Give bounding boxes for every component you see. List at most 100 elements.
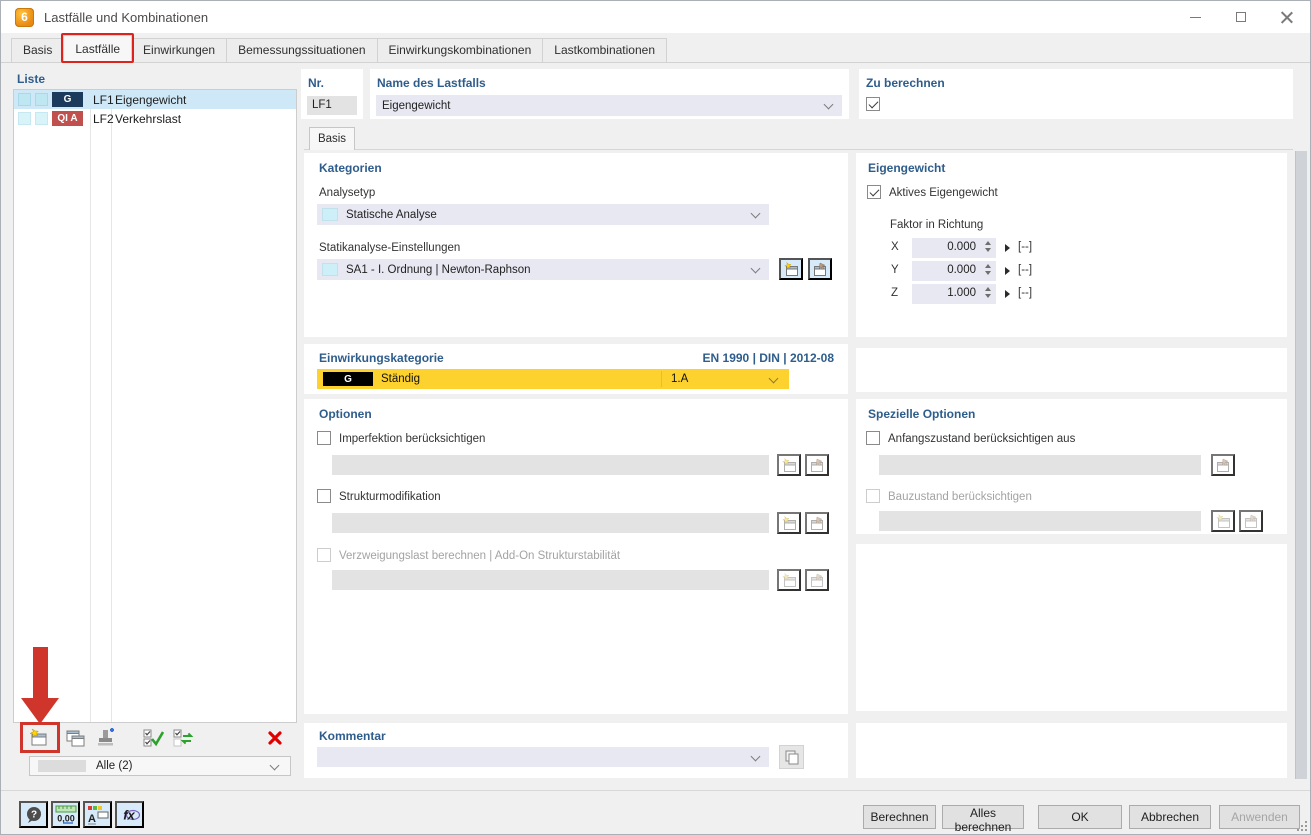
spin-up-icon[interactable] bbox=[985, 241, 991, 245]
state-checkbox-cell[interactable] bbox=[35, 112, 48, 125]
toggle-check-icon bbox=[172, 728, 194, 748]
annotation-arrow bbox=[33, 647, 48, 700]
minimize-button[interactable] bbox=[1172, 1, 1218, 33]
norm-label: EN 1990 | DIN | 2012-08 bbox=[703, 351, 834, 365]
kommentar-dropdown[interactable] bbox=[317, 747, 769, 767]
invert-check-button[interactable] bbox=[169, 725, 197, 751]
new-load-case-button[interactable] bbox=[24, 725, 52, 751]
factor-y-spinner[interactable]: 0.000 bbox=[912, 261, 996, 281]
edit-settings-button[interactable] bbox=[808, 258, 832, 280]
ok-button[interactable]: OK bbox=[1038, 805, 1122, 829]
spin-up-icon[interactable] bbox=[985, 264, 991, 268]
expand-arrow-icon[interactable] bbox=[1005, 244, 1010, 252]
tab-lastkombinationen[interactable]: Lastkombinationen bbox=[542, 38, 667, 62]
edit-window-icon bbox=[809, 573, 825, 588]
list-filter-dropdown[interactable]: Alle (2) bbox=[29, 756, 291, 776]
close-button[interactable] bbox=[1264, 1, 1310, 33]
new-settings-button[interactable] bbox=[779, 258, 803, 280]
new-strukturmodifikation-button[interactable] bbox=[777, 512, 801, 534]
load-case-name-dropdown[interactable]: Eigengewicht bbox=[376, 95, 842, 116]
new-imperfektion-button[interactable] bbox=[777, 454, 801, 476]
bauzustand-checkbox bbox=[866, 489, 880, 503]
analysetyp-dropdown[interactable]: Statische Analyse bbox=[317, 204, 769, 225]
tab-einwirkungskombinationen[interactable]: Einwirkungskombinationen bbox=[377, 38, 544, 62]
load-case-name: Eigengewicht bbox=[115, 93, 186, 107]
tab-einwirkungen[interactable]: Einwirkungen bbox=[131, 38, 227, 62]
edit-imperfektion-button[interactable] bbox=[805, 454, 829, 476]
spin-down-icon[interactable] bbox=[985, 294, 991, 298]
formula-fx-icon: fx bbox=[119, 805, 141, 825]
maximize-button[interactable] bbox=[1218, 1, 1264, 33]
eigengewicht-box: Eigengewicht Aktives Eigengewicht Faktor… bbox=[856, 153, 1287, 337]
factor-z-spinner[interactable]: 1.000 bbox=[912, 284, 996, 304]
alles-berechnen-button[interactable]: Alles berechnen bbox=[942, 805, 1024, 829]
tab-bemessungssituationen[interactable]: Bemessungssituationen bbox=[226, 38, 377, 62]
axis-y-label: Y bbox=[891, 264, 899, 276]
kategorien-header: Kategorien bbox=[319, 161, 382, 175]
name-box: Name des Lastfalls Eigengewicht bbox=[370, 69, 849, 119]
tab-basis[interactable]: Basis bbox=[11, 38, 64, 62]
solve-checkbox-cell[interactable] bbox=[18, 93, 31, 106]
list-item-lf1[interactable]: G LF1 Eigengewicht bbox=[14, 90, 296, 109]
load-case-name: Verkehrslast bbox=[115, 112, 181, 126]
edit-strukturmodifikation-button[interactable] bbox=[805, 512, 829, 534]
solve-checkbox-cell[interactable] bbox=[18, 112, 31, 125]
verzweigungslast-field bbox=[332, 570, 769, 590]
bauzustand-label: Bauzustand berücksichtigen bbox=[888, 491, 1032, 503]
action-category-dropdown[interactable]: G Ständig 1.A bbox=[317, 369, 789, 389]
column-divider bbox=[661, 371, 662, 387]
tab-lastfaelle[interactable]: Lastfälle bbox=[63, 35, 132, 62]
resize-grip[interactable] bbox=[1297, 821, 1307, 831]
tab-lastfaelle-label: Lastfälle bbox=[75, 42, 120, 56]
einwirkungskategorie-header: Einwirkungskategorie bbox=[319, 351, 444, 365]
delete-load-case-button[interactable] bbox=[261, 725, 289, 751]
edit-bauzustand-button bbox=[1239, 510, 1263, 532]
spin-down-icon[interactable] bbox=[985, 271, 991, 275]
statikanalyse-dropdown[interactable]: SA1 - I. Ordnung | Newton-Raphson bbox=[317, 259, 769, 280]
kommentar-header: Kommentar bbox=[319, 729, 386, 743]
analysetyp-value: Statische Analyse bbox=[346, 209, 437, 221]
filter-color-swatch bbox=[38, 760, 86, 772]
abbrechen-button[interactable]: Abbrechen bbox=[1129, 805, 1211, 829]
spin-down-icon[interactable] bbox=[985, 248, 991, 252]
zu-berechnen-checkbox[interactable] bbox=[866, 97, 880, 111]
minimize-icon bbox=[1190, 17, 1201, 18]
subtab-basis[interactable]: Basis bbox=[309, 127, 355, 150]
dialog-lastfaelle-und-kombinationen: 6 Lastfälle und Kombinationen Basis Last… bbox=[0, 0, 1311, 835]
help-button[interactable]: ? bbox=[19, 801, 48, 828]
verzweigungslast-label: Verzweigungslast berechnen | Add-On Stru… bbox=[339, 550, 620, 562]
strukturmodifikation-checkbox[interactable] bbox=[317, 489, 331, 503]
factor-x-spinner[interactable]: 0.000 bbox=[912, 238, 996, 258]
nr-label: Nr. bbox=[308, 76, 324, 90]
state-checkbox-cell[interactable] bbox=[35, 93, 48, 106]
edit-anfangszustand-button[interactable] bbox=[1211, 454, 1235, 476]
optionen-header: Optionen bbox=[319, 407, 372, 421]
spin-up-icon[interactable] bbox=[985, 287, 991, 291]
window-title: Lastfälle und Kombinationen bbox=[44, 10, 208, 25]
main-tab-strip: Basis Lastfälle Einwirkungen Bemessungss… bbox=[1, 33, 1310, 63]
imperfektion-checkbox[interactable] bbox=[317, 431, 331, 445]
berechnen-button[interactable]: Berechnen bbox=[863, 805, 936, 829]
edit-window-icon bbox=[809, 458, 825, 473]
copy-comment-button[interactable] bbox=[779, 745, 804, 769]
expand-arrow-icon[interactable] bbox=[1005, 290, 1010, 298]
new-window-icon bbox=[27, 728, 49, 748]
anfangszustand-field bbox=[879, 455, 1201, 475]
aktives-eigengewicht-checkbox[interactable] bbox=[867, 185, 881, 199]
list-item-lf2[interactable]: QI A LF2 Verkehrslast bbox=[14, 109, 296, 128]
expand-arrow-icon[interactable] bbox=[1005, 267, 1010, 275]
close-icon bbox=[1281, 11, 1293, 23]
check-all-button[interactable] bbox=[139, 725, 167, 751]
vertical-scrollbar[interactable] bbox=[1295, 151, 1307, 779]
factor-x-unit: [--] bbox=[1018, 241, 1032, 253]
units-settings-button[interactable]: 0,00 bbox=[51, 801, 80, 828]
aktives-eigengewicht-label: Aktives Eigengewicht bbox=[889, 187, 998, 199]
anfangszustand-checkbox[interactable] bbox=[866, 431, 880, 445]
display-settings-button[interactable]: A bbox=[83, 801, 112, 828]
svg-text:0,00: 0,00 bbox=[57, 813, 75, 823]
copy-load-case-button[interactable] bbox=[61, 725, 89, 751]
list-column-divider bbox=[111, 90, 112, 722]
formula-button[interactable]: fx bbox=[115, 801, 144, 828]
copy-icon bbox=[784, 749, 800, 765]
apply-template-button[interactable] bbox=[92, 725, 120, 751]
